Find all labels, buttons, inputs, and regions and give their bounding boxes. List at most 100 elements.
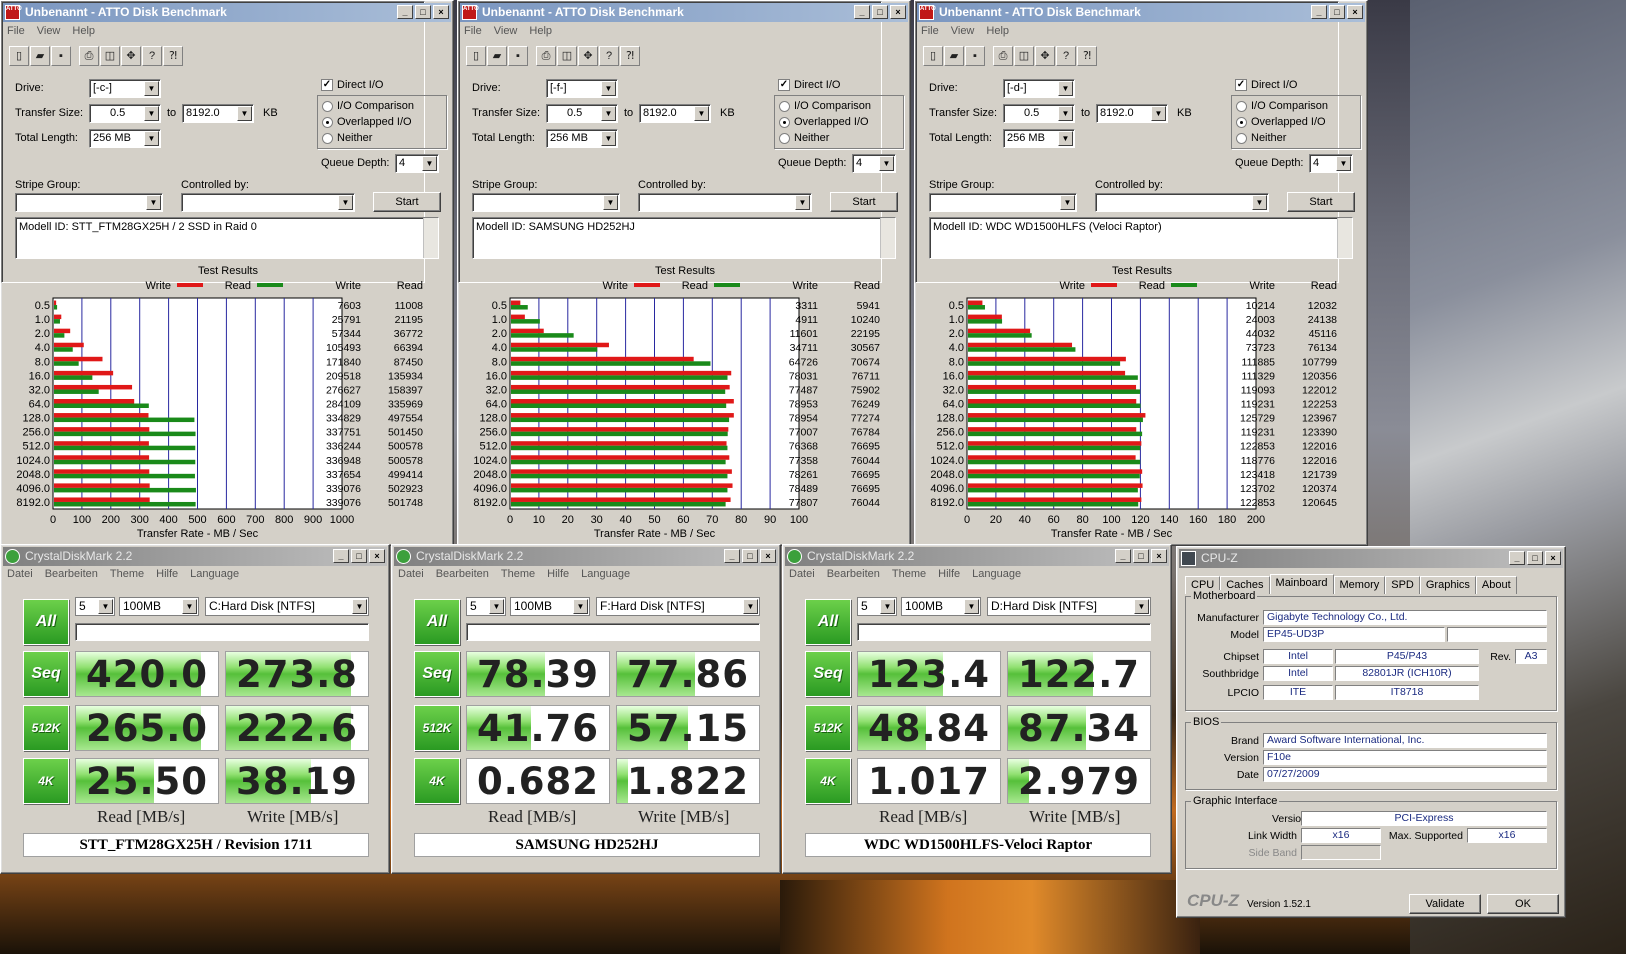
tab-about[interactable]: About (1475, 576, 1517, 594)
chevron-down-icon[interactable]: ▼ (146, 195, 161, 210)
new-file-icon[interactable]: ▯ (923, 46, 943, 66)
neither-radio[interactable]: Neither (322, 132, 372, 144)
4k-button[interactable]: 4K (414, 758, 460, 804)
maximize-button[interactable]: □ (742, 549, 758, 563)
menu-datei[interactable]: Datei (789, 568, 815, 580)
start-button[interactable]: Start (830, 192, 898, 212)
transfer-from-select[interactable]: 0.5 ▼ (89, 104, 161, 123)
chevron-down-icon[interactable]: ▼ (603, 195, 618, 210)
minimize-button[interactable]: _ (1509, 551, 1525, 565)
neither-radio[interactable]: Neither (779, 132, 829, 144)
all-button[interactable]: All (23, 599, 69, 645)
ok-button[interactable]: OK (1487, 894, 1559, 914)
close-button[interactable]: × (1151, 549, 1167, 563)
scrollbar[interactable] (423, 218, 438, 258)
maximize-button[interactable]: □ (872, 5, 888, 19)
save-icon[interactable]: ▪ (965, 46, 985, 66)
overlapped-io-radio[interactable]: Overlapped I/O (779, 116, 869, 128)
direct-io-checkbox[interactable]: ✓ Direct I/O (1235, 79, 1297, 91)
maximize-button[interactable]: □ (1527, 551, 1543, 565)
menu-view[interactable]: View (951, 25, 975, 37)
tab-graphics[interactable]: Graphics (1419, 576, 1476, 594)
new-file-icon[interactable]: ▯ (466, 46, 486, 66)
menu-file[interactable]: File (464, 25, 482, 37)
validate-button[interactable]: Validate (1409, 894, 1481, 914)
menu-view[interactable]: View (494, 25, 518, 37)
chevron-down-icon[interactable]: ▼ (1058, 81, 1073, 96)
seq-button[interactable]: Seq (23, 651, 69, 697)
print-icon[interactable]: ⎙ (993, 46, 1013, 66)
menu-bearbeiten[interactable]: Bearbeiten (436, 568, 489, 580)
tab-mainboard[interactable]: Mainboard (1269, 574, 1334, 594)
drive-select[interactable]: [-f-] ▼ (546, 79, 618, 98)
stripe-group-select[interactable]: ▼ (15, 193, 163, 212)
context-help-icon[interactable]: ⁈ (1077, 46, 1097, 66)
total-length-select[interactable]: 256 MB ▼ (1003, 129, 1075, 148)
maximize-button[interactable]: □ (1329, 5, 1345, 19)
transfer-to-select[interactable]: 8192.0 ▼ (639, 104, 711, 123)
menu-help[interactable]: Help (986, 25, 1009, 37)
chevron-down-icon[interactable]: ▼ (1134, 599, 1149, 614)
save-icon[interactable]: ▪ (508, 46, 528, 66)
minimize-button[interactable]: _ (1311, 5, 1327, 19)
context-help-icon[interactable]: ⁈ (620, 46, 640, 66)
overlapped-io-radio[interactable]: Overlapped I/O (1236, 116, 1326, 128)
chevron-down-icon[interactable]: ▼ (1058, 131, 1073, 146)
move-icon[interactable]: ✥ (578, 46, 598, 66)
4k-button[interactable]: 4K (23, 758, 69, 804)
drive-select[interactable]: [-d-] ▼ (1003, 79, 1075, 98)
menu-help[interactable]: Help (72, 25, 95, 37)
minimize-button[interactable]: _ (724, 549, 740, 563)
transfer-from-select[interactable]: 0.5 ▼ (1003, 104, 1075, 123)
runs-select[interactable]: 5 ▼ (75, 597, 115, 616)
menu-language[interactable]: Language (190, 568, 239, 580)
chevron-down-icon[interactable]: ▼ (601, 131, 616, 146)
drive-select[interactable]: C:Hard Disk [NTFS] ▼ (205, 597, 369, 616)
chevron-down-icon[interactable]: ▼ (1060, 195, 1075, 210)
io-comparison-radio[interactable]: I/O Comparison (1236, 100, 1328, 112)
size-select[interactable]: 100MB ▼ (901, 597, 981, 616)
transfer-to-select[interactable]: 8192.0 ▼ (1096, 104, 1168, 123)
start-button[interactable]: Start (373, 192, 441, 212)
context-help-icon[interactable]: ⁈ (163, 46, 183, 66)
minimize-button[interactable]: _ (854, 5, 870, 19)
chevron-down-icon[interactable]: ▼ (1151, 106, 1166, 121)
menu-hilfe[interactable]: Hilfe (547, 568, 569, 580)
chevron-down-icon[interactable]: ▼ (237, 106, 252, 121)
chevron-down-icon[interactable]: ▼ (880, 599, 895, 614)
save-icon[interactable]: ▪ (51, 46, 71, 66)
overlapped-io-radio[interactable]: Overlapped I/O (322, 116, 412, 128)
print-preview-icon[interactable]: ◫ (557, 46, 577, 66)
open-folder-icon[interactable]: ▰ (30, 46, 50, 66)
chevron-down-icon[interactable]: ▼ (98, 599, 113, 614)
menu-help[interactable]: Help (529, 25, 552, 37)
menu-file[interactable]: File (7, 25, 25, 37)
seq-button[interactable]: Seq (414, 651, 460, 697)
512k-button[interactable]: 512K (23, 705, 69, 751)
tab-memory[interactable]: Memory (1333, 576, 1386, 594)
menu-hilfe[interactable]: Hilfe (938, 568, 960, 580)
print-preview-icon[interactable]: ◫ (1014, 46, 1034, 66)
controlled-by-select[interactable]: ▼ (1095, 193, 1269, 212)
move-icon[interactable]: ✥ (121, 46, 141, 66)
open-folder-icon[interactable]: ▰ (944, 46, 964, 66)
minimize-button[interactable]: _ (397, 5, 413, 19)
chevron-down-icon[interactable]: ▼ (573, 599, 588, 614)
queue-depth-select[interactable]: 4 ▼ (395, 154, 439, 173)
512k-button[interactable]: 512K (805, 705, 851, 751)
menu-hilfe[interactable]: Hilfe (156, 568, 178, 580)
close-button[interactable]: × (369, 549, 385, 563)
io-comparison-radio[interactable]: I/O Comparison (322, 100, 414, 112)
menu-language[interactable]: Language (972, 568, 1021, 580)
stripe-group-select[interactable]: ▼ (929, 193, 1077, 212)
close-button[interactable]: × (760, 549, 776, 563)
modell-id-box[interactable]: Modell ID: SAMSUNG HD252HJ (472, 217, 896, 259)
menu-file[interactable]: File (921, 25, 939, 37)
chevron-down-icon[interactable]: ▼ (144, 106, 159, 121)
menu-bearbeiten[interactable]: Bearbeiten (45, 568, 98, 580)
chevron-down-icon[interactable]: ▼ (144, 131, 159, 146)
scrollbar[interactable] (1337, 218, 1352, 258)
all-button[interactable]: All (805, 599, 851, 645)
chevron-down-icon[interactable]: ▼ (601, 106, 616, 121)
maximize-button[interactable]: □ (351, 549, 367, 563)
